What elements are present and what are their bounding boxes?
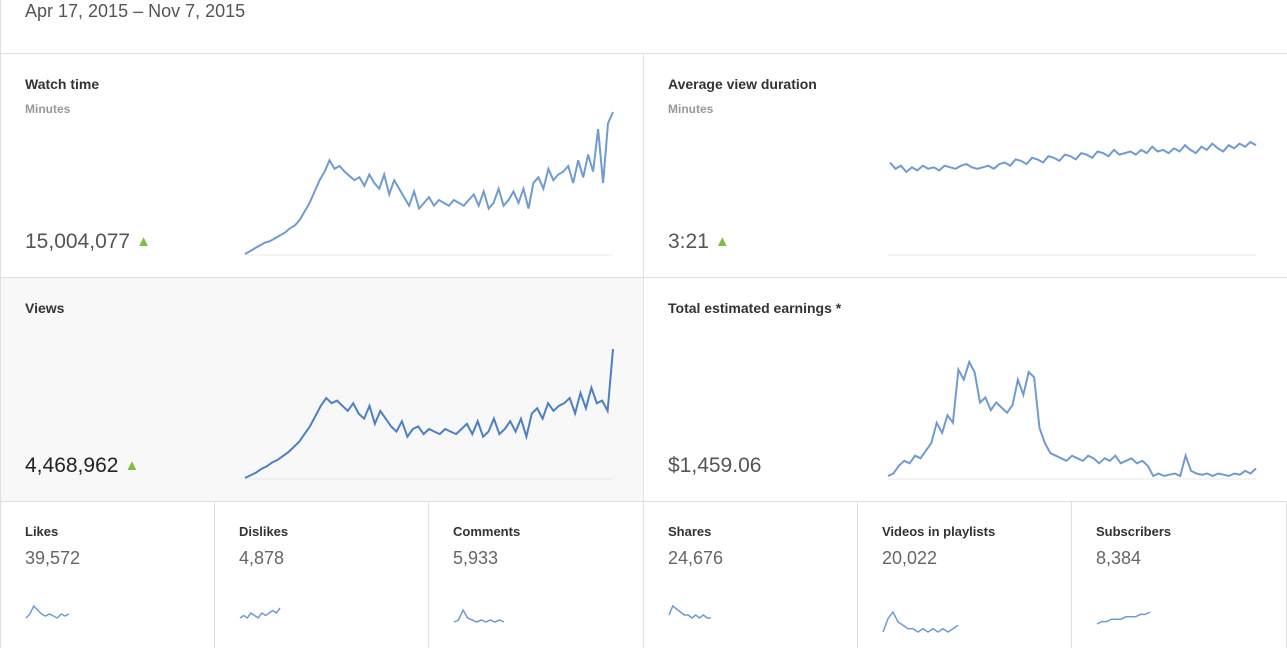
likes-metric[interactable]: Likes 39,572 — [0, 502, 215, 648]
playlists-metric[interactable]: Videos in playlists 20,022 — [858, 502, 1072, 648]
trend-line — [1096, 611, 1151, 625]
trend-line — [453, 608, 505, 623]
trend-line — [25, 604, 70, 619]
watch-time-value: 15,004,077 — [25, 230, 131, 253]
playlists-sparkline — [882, 610, 959, 633]
dislikes-sparkline — [239, 607, 281, 620]
card-value: 4,468,962 ▲ — [25, 454, 139, 480]
up-arrow-icon: ▲ — [136, 233, 151, 250]
trend-line — [244, 111, 614, 255]
shares-metric[interactable]: Shares 24,676 — [644, 502, 858, 648]
up-arrow-icon: ▲ — [714, 233, 730, 250]
shares-sparkline — [668, 604, 711, 619]
metric-value: 39,572 — [25, 548, 81, 568]
card-title: Watch time — [25, 76, 100, 92]
metric-title: Videos in playlists — [882, 524, 996, 539]
date-range[interactable]: Apr 17, 2015 – Nov 7, 2015 — [25, 0, 245, 22]
views-sparkline — [244, 348, 614, 480]
report-header: Apr 17, 2015 – Nov 7, 2015 — [0, 0, 1287, 54]
trend-line — [239, 607, 281, 620]
metric-title: Shares — [668, 524, 712, 539]
metric-value: 4,878 — [239, 548, 285, 568]
watch-time-sparkline — [244, 111, 614, 256]
metric-value: 8,384 — [1096, 548, 1142, 568]
views-card[interactable]: Views 4,468,962 ▲ — [0, 278, 644, 502]
comments-metric[interactable]: Comments 5,933 — [429, 502, 644, 648]
card-value: 15,004,077 ▲ — [25, 230, 151, 256]
avg-view-duration-card[interactable]: Average view duration Minutes 3:21 ▲ — [644, 54, 1287, 278]
avg-view-duration-sparkline — [888, 140, 1257, 256]
card-title: Average view duration — [668, 76, 817, 92]
trend-line — [889, 140, 1257, 174]
earnings-card[interactable]: Total estimated earnings * $1,459.06 — [644, 278, 1287, 502]
views-value: 4,468,962 — [25, 454, 119, 477]
trend-line — [887, 359, 1257, 478]
card-value: $1,459.06 — [668, 454, 761, 478]
comments-sparkline — [453, 608, 505, 623]
likes-sparkline — [25, 604, 70, 619]
subscribers-sparkline — [1096, 611, 1151, 625]
metric-title: Comments — [453, 524, 521, 539]
earnings-sparkline — [887, 359, 1257, 480]
metric-value: 24,676 — [668, 548, 724, 568]
metric-value: 20,022 — [882, 548, 938, 568]
avg-view-duration-value: 3:21 — [668, 230, 709, 253]
metric-title: Subscribers — [1096, 524, 1172, 539]
subscribers-metric[interactable]: Subscribers 8,384 — [1072, 502, 1287, 648]
trend-line — [244, 348, 614, 479]
dislikes-metric[interactable]: Dislikes 4,878 — [215, 502, 429, 648]
card-subtitle: Minutes — [25, 102, 71, 116]
watch-time-card[interactable]: Watch time Minutes 15,004,077 ▲ — [0, 54, 644, 278]
earnings-value: $1,459.06 — [668, 454, 762, 477]
metric-value: 5,933 — [453, 548, 499, 568]
trend-line — [668, 604, 711, 619]
trend-line — [882, 610, 959, 633]
card-title: Total estimated earnings * — [668, 300, 842, 316]
up-arrow-icon: ▲ — [124, 457, 140, 474]
card-value: 3:21 ▲ — [668, 230, 730, 256]
card-subtitle: Minutes — [668, 102, 714, 116]
metric-title: Likes — [25, 524, 59, 539]
card-title: Views — [25, 300, 65, 316]
metric-title: Dislikes — [239, 524, 289, 539]
